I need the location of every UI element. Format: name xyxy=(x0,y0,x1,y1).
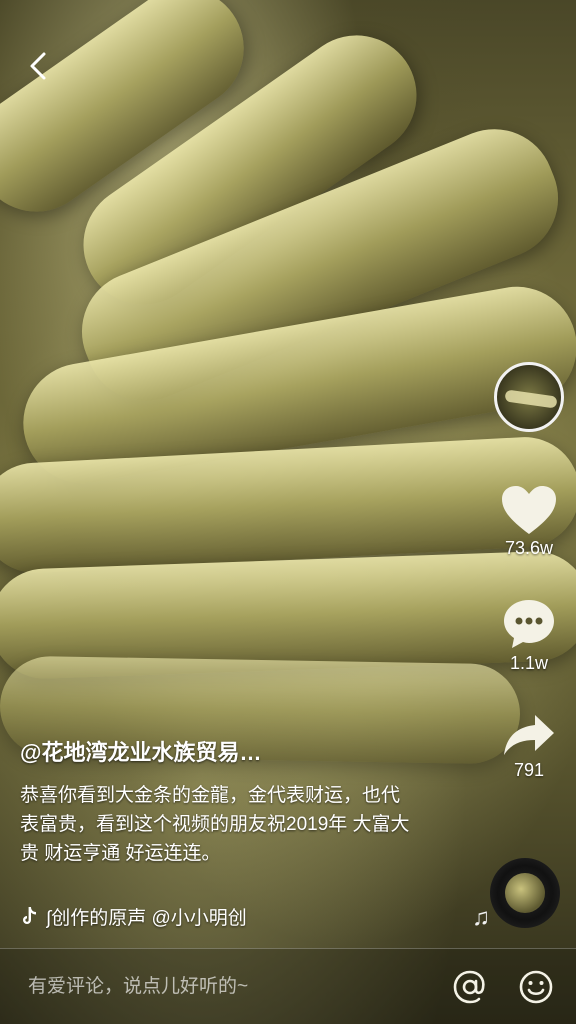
comment-button[interactable]: 1.1w xyxy=(501,597,557,674)
comment-input[interactable] xyxy=(26,974,424,999)
smiley-icon xyxy=(519,970,553,1003)
action-rail: 73.6w 1.1w 791 xyxy=(490,362,568,781)
mention-button[interactable] xyxy=(450,967,490,1007)
like-button[interactable]: 73.6w xyxy=(500,484,558,559)
share-arrow-icon xyxy=(504,715,554,755)
share-button[interactable]: 791 xyxy=(501,712,557,781)
music-disc[interactable] xyxy=(490,858,560,928)
video-screen[interactable]: 73.6w 1.1w 791 @花地湾龙业水族贸易… 恭喜你看到大金条的金龍，金… xyxy=(0,0,576,1024)
emoji-button[interactable] xyxy=(516,967,556,1007)
music-info[interactable]: ∫创作的原声 @小小明创 xyxy=(20,903,346,930)
at-sign-icon xyxy=(453,970,485,1003)
like-count: 73.6w xyxy=(504,538,554,558)
author-name[interactable]: @花地湾龙业水族贸易… xyxy=(20,735,320,767)
tiktok-note-icon xyxy=(23,906,36,924)
comment-bubble-icon xyxy=(504,600,554,648)
chevron-left-icon xyxy=(30,52,46,80)
comment-count: 1.1w xyxy=(509,653,549,673)
comment-bar xyxy=(0,948,576,1024)
heart-icon xyxy=(502,486,556,534)
avatar[interactable] xyxy=(494,362,564,432)
music-cover-image xyxy=(505,873,545,913)
video-description: 恭喜你看到大金条的金龍，金代表财运，也代表富贵，看到这个视频的朋友祝2019年 … xyxy=(20,785,410,864)
music-title: ∫创作的原声 @小小明创 xyxy=(46,908,247,929)
back-button[interactable] xyxy=(16,44,60,88)
video-caption: @花地湾龙业水族贸易… 恭喜你看到大金条的金龍，金代表财运，也代表富贵，看到这个… xyxy=(20,735,420,868)
share-count: 791 xyxy=(513,760,545,780)
music-note-icon: ♫ xyxy=(472,904,490,931)
